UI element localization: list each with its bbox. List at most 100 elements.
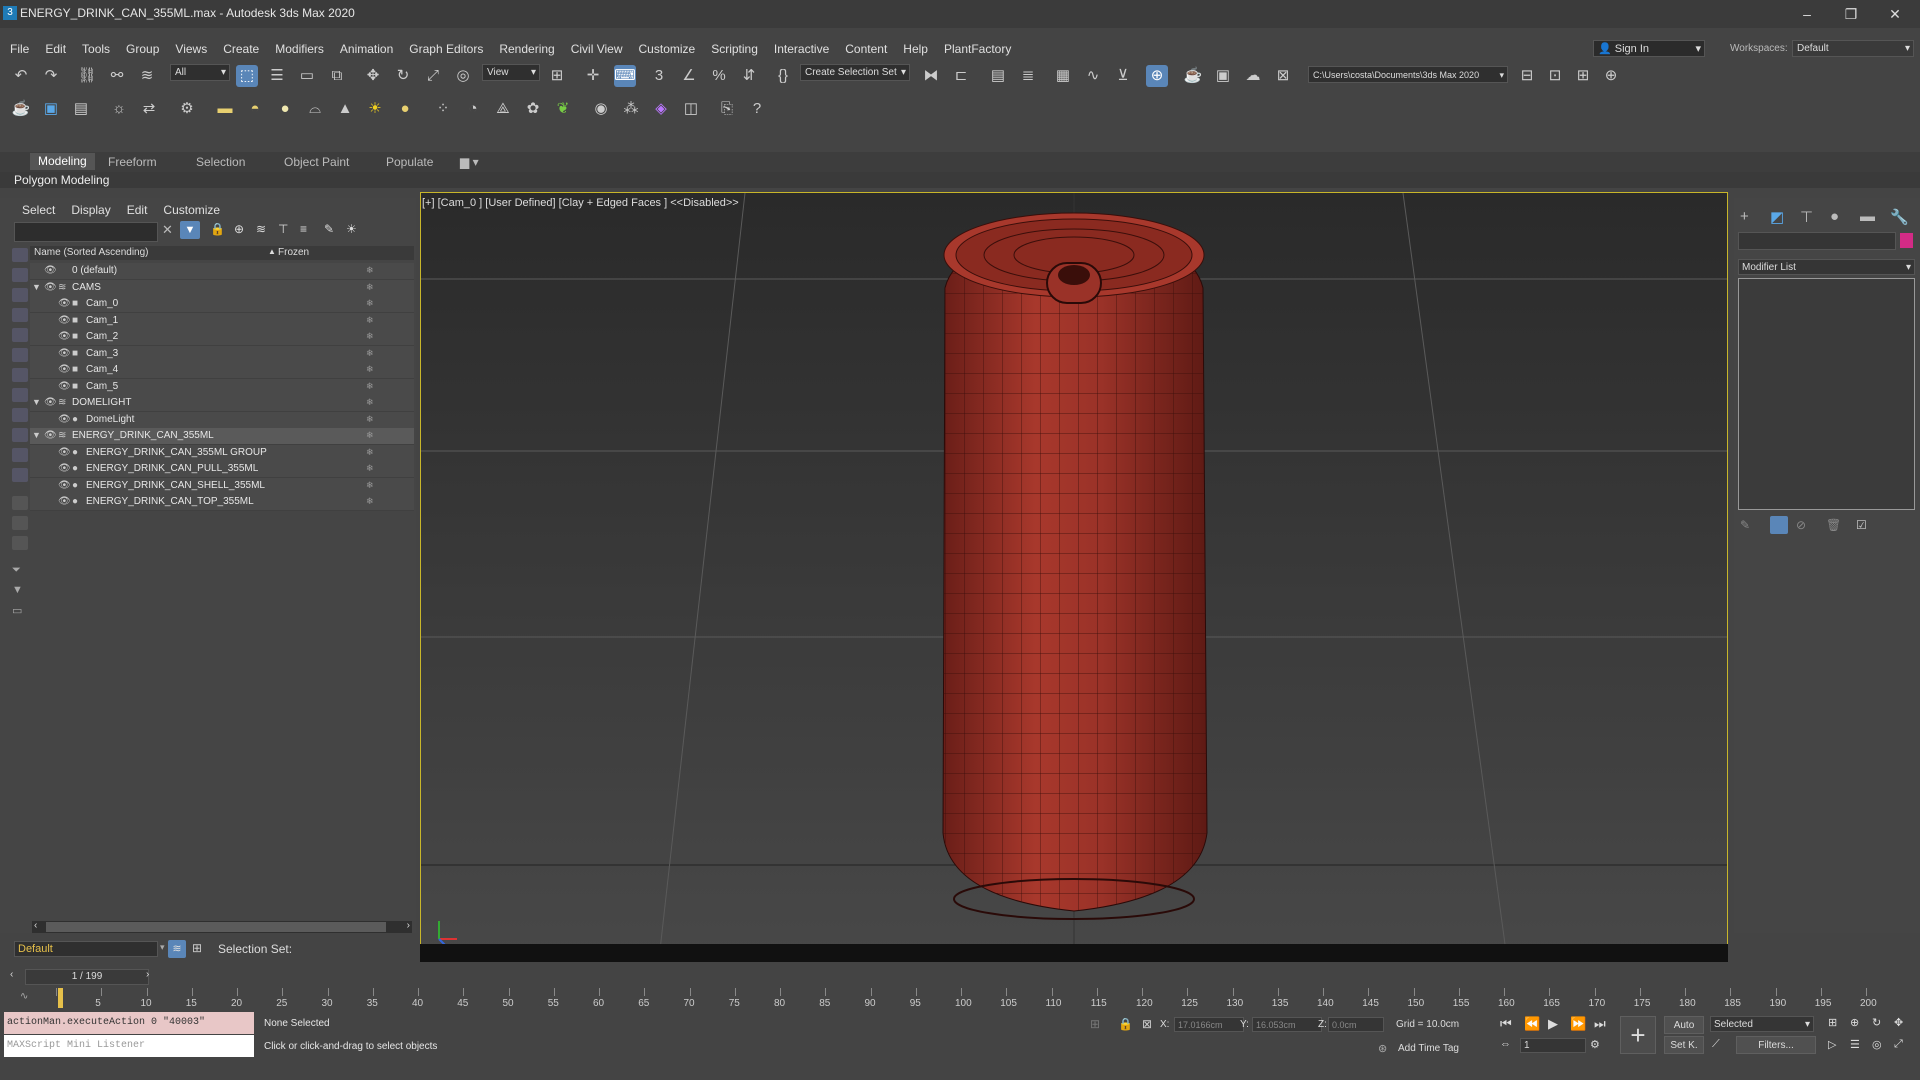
spinner-snap-icon[interactable]: ⇵ <box>738 65 760 87</box>
toggle-layer-explorer-icon[interactable]: ≣ <box>1017 65 1039 87</box>
folder-icon[interactable]: ▭ <box>12 604 28 618</box>
orbit-subobject-icon[interactable]: ◎ <box>1872 1038 1882 1051</box>
undo-icon[interactable]: ↶ <box>10 65 32 87</box>
select-object-icon[interactable]: ⬚ <box>236 65 258 87</box>
auto-key-button[interactable]: Auto <box>1664 1016 1704 1034</box>
scene-tree-row[interactable]: ▼ 👁 ≋ DOMELIGHT ❄ <box>30 395 414 412</box>
keyboard-shortcut-override-icon[interactable]: ⌨ <box>614 65 636 87</box>
set-key-button[interactable]: Set K. <box>1664 1036 1704 1054</box>
filter-frozen-icon[interactable] <box>12 448 28 462</box>
select-manipulate-icon[interactable]: ✛ <box>582 65 604 87</box>
open-folder-icon[interactable]: ⊡ <box>1544 65 1566 87</box>
z-coord-input[interactable]: 0.0cm <box>1328 1017 1384 1032</box>
scene-tree-row[interactable]: 👁 ● ENERGY_DRINK_CAN_355ML GROUP ❄ <box>30 444 414 462</box>
filter-helpers-icon[interactable] <box>12 328 28 342</box>
visibility-eye-icon[interactable]: 👁 <box>58 480 71 491</box>
unlink-icon[interactable]: ⚯ <box>106 65 128 87</box>
menu-customize[interactable]: Customize <box>631 40 704 58</box>
clipboard-icon[interactable]: ⎘ <box>716 98 738 120</box>
freeze-icon[interactable]: ❄ <box>366 364 374 375</box>
placement-icon[interactable]: ◎ <box>452 65 474 87</box>
project-new-icon[interactable]: ⊕ <box>1600 65 1622 87</box>
column-name[interactable]: Name (Sorted Ascending) <box>34 247 149 258</box>
fluid-icon[interactable]: ◔ <box>462 98 484 120</box>
object-name-input[interactable] <box>1738 232 1896 250</box>
chevron-down-icon[interactable]: ▾ <box>160 942 165 953</box>
workspaces-dropdown[interactable]: Default ▾ <box>1792 40 1914 57</box>
motion-tab-icon[interactable]: ● <box>1830 208 1839 225</box>
add-time-tag[interactable]: Add Time Tag <box>1398 1043 1459 1054</box>
render-frame-icon[interactable]: ▤ <box>70 98 92 120</box>
scene-tree-row[interactable]: 👁 ● DomeLight ❄ <box>30 411 414 429</box>
visibility-eye-icon[interactable]: 👁 <box>58 298 71 309</box>
toggle-scene-explorer-icon[interactable]: ▤ <box>987 65 1009 87</box>
bowl-icon[interactable]: ⌓ <box>304 98 326 120</box>
x-coord-input[interactable]: 17.0166cm <box>1174 1017 1244 1032</box>
menu-content[interactable]: Content <box>837 40 895 58</box>
funnel-filled-icon[interactable]: ▼ <box>12 584 28 598</box>
funnel-icon[interactable]: ⏷ <box>12 564 28 578</box>
timeline-ruler[interactable]: 5 10 15 20 25 30 35 40 45 50 55 60 65 70 75 80 85 90 95 100… <box>56 988 1877 1009</box>
box-icon[interactable]: ▬ <box>214 98 236 120</box>
ribbon-tab-freeform[interactable]: Freeform <box>108 155 157 169</box>
key-mode-icon[interactable]: ⇔ <box>1500 1038 1511 1050</box>
scene-tree-row[interactable]: 👁 ■ Cam_2 ❄ <box>30 329 414 346</box>
modifier-stack[interactable] <box>1738 278 1915 510</box>
light-lister-icon[interactable]: ☼ <box>108 98 130 120</box>
gear-icon[interactable]: ✿ <box>522 98 544 120</box>
filter-icon[interactable]: ▼ <box>180 221 200 239</box>
menu-help[interactable]: Help <box>895 40 936 58</box>
scene-search-input[interactable] <box>14 222 158 242</box>
next-key-icon[interactable]: ⏩ <box>1570 1016 1586 1032</box>
menu-graph-editors[interactable]: Graph Editors <box>401 40 491 58</box>
viewport-label[interactable]: [+] [Cam_0 ] [User Defined] [Clay + Edge… <box>422 197 739 209</box>
link-icon[interactable]: ⛓ <box>76 65 98 87</box>
freeze-icon[interactable]: ❄ <box>366 397 374 408</box>
zoom-icon[interactable]: ⊕ <box>1850 1016 1859 1029</box>
play-icon[interactable]: ▶ <box>1548 1016 1558 1032</box>
sign-in-dropdown[interactable]: 👤 Sign In ▾ <box>1593 40 1705 57</box>
scroll-thumb[interactable] <box>46 922 386 932</box>
scene-tree-row[interactable]: 👁 ● ENERGY_DRINK_CAN_PULL_355ML ❄ <box>30 461 414 478</box>
move-icon[interactable]: ✥ <box>362 65 384 87</box>
scene-tree-row[interactable]: 👁 ■ Cam_1 ❄ <box>30 312 414 330</box>
schematic-view-icon[interactable]: ⊻ <box>1112 65 1134 87</box>
menu-create[interactable]: Create <box>215 40 267 58</box>
rendered-frame-window-icon[interactable]: ▣ <box>1212 65 1234 87</box>
configure-sets-icon[interactable]: ☑ <box>1856 518 1867 532</box>
create-tab-icon[interactable]: + <box>1740 208 1749 225</box>
material-palette-icon[interactable]: ⁂ <box>620 98 642 120</box>
scene-tree-row[interactable]: 👁 ■ Cam_5 ❄ <box>30 378 414 396</box>
ribbon-tab-modeling[interactable]: Modeling <box>30 153 95 170</box>
add-layer-icon[interactable]: ⊕ <box>234 222 244 236</box>
scene-tree-row[interactable]: 👁 0 (default) ❄ <box>30 263 414 280</box>
scroll-left-icon[interactable]: ‹ <box>34 920 37 931</box>
menu-animation[interactable]: Animation <box>332 40 401 58</box>
visibility-eye-icon[interactable]: 👁 <box>58 348 71 359</box>
freeze-icon[interactable]: ❄ <box>366 331 374 342</box>
ribbon-tab-populate[interactable]: Populate <box>386 155 433 169</box>
menu-views[interactable]: Views <box>167 40 215 58</box>
plant-icon[interactable]: ❦ <box>552 98 574 120</box>
selection-filter-dropdown[interactable]: All ▾ <box>170 64 230 81</box>
set-key-icon[interactable]: + <box>1620 1016 1656 1054</box>
time-cursor[interactable] <box>58 988 63 1008</box>
explorer-menu-customize[interactable]: Customize <box>163 203 220 217</box>
freeze-icon[interactable]: ❄ <box>366 414 374 425</box>
scatter-icon[interactable]: ⁘ <box>432 98 454 120</box>
pan-icon[interactable]: ✥ <box>1894 1016 1903 1029</box>
go-to-end-icon[interactable]: ⏭ <box>1594 1016 1606 1032</box>
scene-tree-row[interactable]: 👁 ■ Cam_3 ❄ <box>30 345 414 363</box>
go-to-start-icon[interactable]: ⏮ <box>1500 1016 1512 1032</box>
reference-coordinate-dropdown[interactable]: View ▾ <box>482 64 540 81</box>
explorer-menu-edit[interactable]: Edit <box>127 203 148 217</box>
minimize-button[interactable]: – <box>1792 4 1822 24</box>
scene-tree-row[interactable]: 👁 ● ENERGY_DRINK_CAN_SHELL_355ML ❄ <box>30 477 414 495</box>
visibility-eye-icon[interactable]: 👁 <box>58 315 71 326</box>
menu-file[interactable]: File <box>2 40 37 58</box>
sphere-icon[interactable]: ● <box>274 98 296 120</box>
walk-through-icon[interactable]: ☰ <box>1850 1038 1860 1051</box>
ribbon-tab-object-paint[interactable]: Object Paint <box>284 155 349 169</box>
expand-toggle-icon[interactable]: ▼ <box>32 397 41 407</box>
visibility-eye-icon[interactable]: 👁 <box>58 414 71 425</box>
